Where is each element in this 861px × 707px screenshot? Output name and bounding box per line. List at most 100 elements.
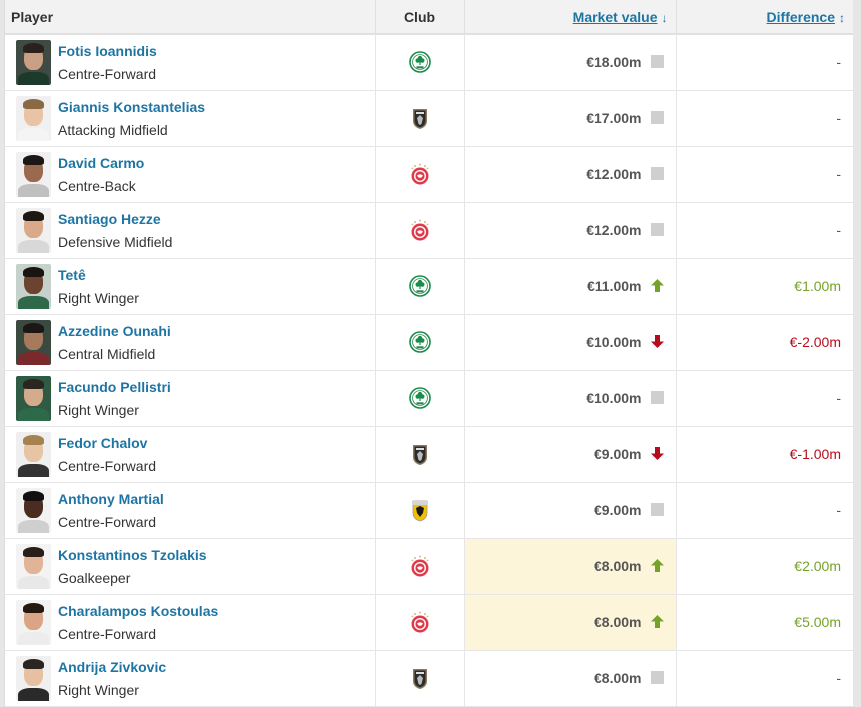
table-row: Charalampos Kostoulas Centre-Forward €8.… [5,594,853,651]
difference-value: - [836,502,841,518]
player-photo[interactable] [16,487,51,533]
market-value-cell: €10.00m [464,314,677,371]
player-name-link[interactable]: Anthony Martial [58,490,164,508]
player-position: Central Midfield [58,345,156,362]
player-photo[interactable] [16,151,51,197]
arrow-down-icon [650,335,664,348]
player-photo[interactable] [16,655,51,701]
sort-market-value-link[interactable]: Market value [573,9,658,25]
olympiacos-crest-icon[interactable] [409,218,431,242]
market-value: €8.00m [594,614,642,630]
market-value: €8.00m [594,670,642,686]
market-value-cell: €10.00m [464,370,677,427]
table-row: Fedor Chalov Centre-Forward €9.00m €-1.0… [5,426,853,483]
header-club: Club [375,0,465,35]
player-position: Right Winger [58,681,139,698]
aek-crest-icon[interactable] [409,498,431,522]
difference-value: €5.00m [794,614,841,630]
market-value: €10.00m [586,334,642,350]
paok-crest-icon[interactable] [409,106,431,130]
market-value-table: Player Club Market value ↓ Difference ↕ Fo… [5,0,853,707]
olympiacos-crest-icon[interactable] [409,162,431,186]
player-photo[interactable] [16,319,51,365]
player-photo[interactable] [16,375,51,421]
arrow-up-icon [650,615,664,628]
market-value-table-container: Player Club Market value ↓ Difference ↕ Fo… [4,0,853,707]
player-photo[interactable] [16,431,51,477]
difference-value: - [836,222,841,238]
player-photo[interactable] [16,95,51,141]
market-value: €9.00m [594,446,642,462]
header-difference[interactable]: Difference ↕ [676,0,853,35]
olympiacos-crest-icon[interactable] [409,554,431,578]
player-name-link[interactable]: Giannis Konstantelias [58,98,205,116]
panathinaikos-crest-icon[interactable] [408,50,431,74]
player-name-link[interactable]: Charalampos Kostoulas [58,602,218,620]
market-value-cell: €9.00m [464,426,677,483]
club-cell [375,594,465,651]
player-cell: Fedor Chalov Centre-Forward [5,426,376,483]
club-cell [375,90,465,147]
player-name-link[interactable]: Azzedine Ounahi [58,322,171,340]
olympiacos-crest-icon[interactable] [409,610,431,634]
club-cell [375,34,465,91]
player-position: Attacking Midfield [58,121,168,138]
player-photo[interactable] [16,599,51,645]
no-change-icon [650,223,664,236]
table-row: Facundo Pellistri Right Winger €10.00m - [5,370,853,427]
difference-value: - [836,166,841,182]
difference-value: - [836,54,841,71]
player-position: Centre-Back [58,177,136,194]
player-photo[interactable] [16,263,51,309]
club-cell [375,258,465,315]
table-row: Fotis Ioannidis Centre-Forward €18.00m - [5,34,853,91]
sort-arrow-down-icon[interactable]: ↓ [662,11,668,25]
player-name-link[interactable]: Konstantinos Tzolakis [58,546,207,564]
difference-cell: - [676,202,853,259]
club-cell [375,426,465,483]
player-position: Right Winger [58,401,139,418]
difference-cell: €1.00m [676,258,853,315]
difference-value: - [836,390,841,406]
player-name-link[interactable]: Andrija Zivkovic [58,658,166,676]
difference-value: €1.00m [794,278,841,294]
player-name-link[interactable]: Fedor Chalov [58,434,156,452]
player-name-link[interactable]: David Carmo [58,154,144,172]
sort-difference-link[interactable]: Difference [767,9,835,25]
header-market-value[interactable]: Market value ↓ [464,0,677,35]
market-value: €12.00m [586,222,642,238]
no-change-icon [650,167,664,180]
player-photo[interactable] [16,207,51,253]
difference-value: - [836,670,841,686]
panathinaikos-crest-icon[interactable] [408,386,431,410]
difference-cell: €5.00m [676,594,853,651]
table-row: Anthony Martial Centre-Forward €9.00m - [5,482,853,539]
player-name-link[interactable]: Facundo Pellistri [58,378,171,396]
paok-crest-icon[interactable] [409,666,431,690]
panathinaikos-crest-icon[interactable] [408,274,431,298]
market-value-cell: €12.00m [464,146,677,203]
market-value: €8.00m [594,558,642,574]
player-photo[interactable] [16,543,51,589]
difference-cell: €-1.00m [676,426,853,483]
table-row: Santiago Hezze Defensive Midfield €12.00… [5,202,853,259]
difference-value: €2.00m [794,558,841,574]
market-value-cell: €18.00m [464,34,677,91]
player-cell: Facundo Pellistri Right Winger [5,370,376,427]
player-name-link[interactable]: Fotis Ioannidis [58,42,157,60]
table-row: David Carmo Centre-Back €12.00m - [5,146,853,203]
panathinaikos-crest-icon[interactable] [408,330,431,354]
player-name-link[interactable]: Santiago Hezze [58,210,172,228]
player-photo[interactable] [16,39,51,85]
difference-value: €-1.00m [789,446,841,462]
sort-up-down-icon[interactable]: ↕ [839,11,845,25]
club-cell [375,146,465,203]
player-position: Centre-Forward [58,457,157,474]
market-value: €17.00m [586,110,642,126]
no-change-icon [650,55,664,69]
club-cell [375,314,465,371]
player-name-link[interactable]: Tetê [58,266,139,284]
player-cell: Anthony Martial Centre-Forward [5,482,376,539]
no-change-icon [650,503,664,516]
paok-crest-icon[interactable] [409,442,431,466]
